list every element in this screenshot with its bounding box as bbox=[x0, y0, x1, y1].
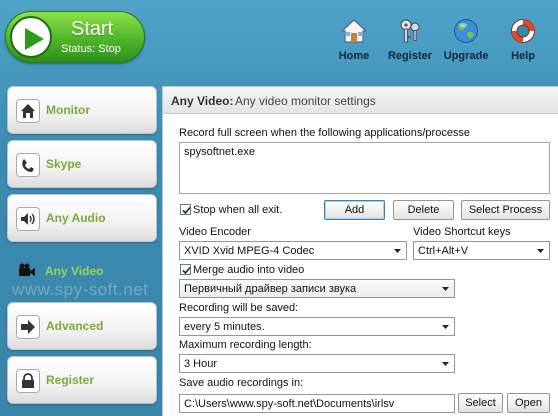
start-button[interactable]: Start Status: Stop bbox=[5, 11, 145, 63]
register-top-button[interactable]: Register bbox=[381, 18, 439, 64]
video-encoder-select[interactable]: XVID Xvid MPEG-4 Codec bbox=[179, 241, 407, 260]
add-button[interactable]: Add bbox=[324, 200, 385, 220]
register-top-label: Register bbox=[387, 50, 433, 62]
skype-icon bbox=[16, 153, 40, 177]
sidebar-item-label: Register bbox=[46, 373, 95, 387]
select-process-button[interactable]: Select Process bbox=[461, 200, 550, 220]
record-label: Record full screen when the following ap… bbox=[179, 127, 471, 139]
video-encoder-value: XVID Xvid MPEG-4 Codec bbox=[184, 245, 315, 257]
start-title: Start bbox=[71, 18, 114, 40]
sidebar-item-label: Monitor bbox=[46, 103, 90, 117]
sidebar-item-advanced[interactable]: Advanced bbox=[7, 302, 157, 350]
max-length-select[interactable]: 3 Hour bbox=[179, 354, 455, 373]
select-path-button[interactable]: Select bbox=[458, 393, 503, 413]
delete-button[interactable]: Delete bbox=[393, 200, 454, 220]
max-length-label: Maximum recording length: bbox=[179, 339, 312, 351]
shortcut-value: Ctrl+Alt+V bbox=[418, 245, 469, 257]
sidebar-item-label: Advanced bbox=[46, 319, 104, 333]
saved-interval-select[interactable]: every 5 minutes. bbox=[179, 317, 455, 336]
save-path-input[interactable]: C:\Users\www.spy-soft.net\Documents\irls… bbox=[179, 394, 455, 413]
speaker-icon bbox=[16, 207, 40, 231]
merge-audio-label: Merge audio into video bbox=[193, 264, 305, 276]
shortcut-select[interactable]: Ctrl+Alt+V bbox=[413, 241, 550, 260]
keys-icon bbox=[400, 19, 420, 43]
arrow-icon bbox=[16, 315, 40, 339]
home-icon bbox=[341, 19, 367, 43]
open-path-button[interactable]: Open bbox=[507, 393, 550, 413]
help-button[interactable]: Help bbox=[494, 18, 552, 64]
saved-interval-value: every 5 minutes. bbox=[184, 321, 265, 333]
chevron-down-icon bbox=[442, 287, 449, 291]
stop-when-all-exit-checkbox[interactable] bbox=[180, 204, 191, 215]
max-length-value: 3 Hour bbox=[184, 358, 218, 370]
home-label: Home bbox=[338, 50, 370, 62]
monitor-icon bbox=[16, 99, 40, 123]
sidebar-item-any-video[interactable]: Any Video bbox=[7, 248, 157, 296]
sidebar-item-register[interactable]: Register bbox=[7, 356, 157, 404]
panel-subtitle: Any video monitor settings bbox=[235, 94, 376, 108]
chevron-down-icon bbox=[394, 249, 401, 253]
processes-textarea[interactable]: spysoftnet.exe bbox=[179, 142, 550, 194]
sidebar-item-label: Any Video bbox=[45, 264, 104, 278]
app-window: Start Status: Stop Home Register Upgrade… bbox=[0, 0, 558, 416]
merge-audio-checkbox[interactable] bbox=[180, 264, 191, 275]
panel-header: Any Video: Any video monitor settings bbox=[163, 87, 558, 114]
upgrade-button[interactable]: Upgrade bbox=[437, 18, 495, 64]
chevron-down-icon bbox=[537, 249, 544, 253]
sidebar-item-any-audio[interactable]: Any Audio bbox=[7, 194, 157, 242]
help-label: Help bbox=[511, 50, 535, 62]
lifebuoy-icon bbox=[511, 19, 535, 43]
upgrade-label: Upgrade bbox=[443, 50, 489, 62]
chevron-down-icon bbox=[442, 325, 449, 329]
start-status: Status: Stop bbox=[61, 43, 121, 55]
video-camera-icon bbox=[15, 260, 39, 284]
sidebar-item-monitor[interactable]: Monitor bbox=[7, 86, 157, 134]
panel-title: Any Video: bbox=[171, 94, 234, 108]
shortcut-label: Video Shortcut keys bbox=[413, 226, 511, 238]
sidebar-item-skype[interactable]: Skype bbox=[7, 140, 157, 188]
globe-icon bbox=[454, 19, 478, 43]
audio-driver-select[interactable]: Первичный драйвер записи звука bbox=[179, 279, 455, 298]
play-icon bbox=[10, 16, 52, 58]
stop-when-all-exit-label: Stop when all exit. bbox=[193, 204, 283, 216]
chevron-down-icon bbox=[442, 362, 449, 366]
home-button[interactable]: Home bbox=[325, 18, 383, 64]
audio-driver-value: Первичный драйвер записи звука bbox=[184, 283, 357, 295]
saved-label: Recording will be saved: bbox=[179, 302, 299, 314]
sidebar-item-label: Skype bbox=[46, 157, 82, 171]
video-encoder-label: Video Encoder bbox=[179, 226, 251, 238]
save-path-label: Save audio recordings in: bbox=[179, 377, 304, 389]
sidebar-item-label: Any Audio bbox=[46, 211, 106, 225]
lock-icon bbox=[16, 369, 40, 393]
